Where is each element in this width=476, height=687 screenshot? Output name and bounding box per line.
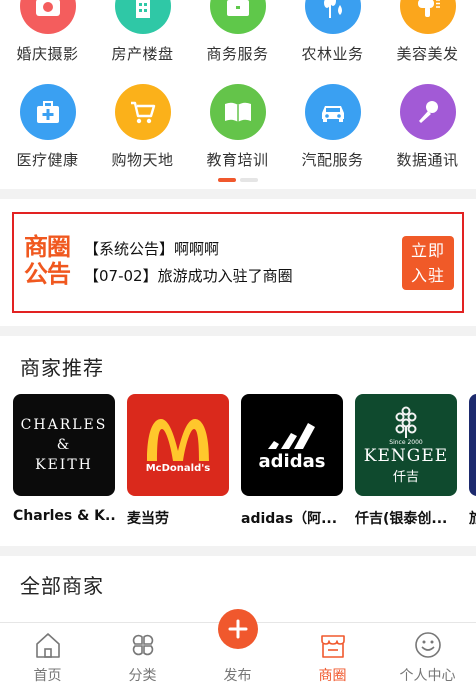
kengee-logo: Since 2000 KENGEE 仟吉 <box>355 394 457 496</box>
category-label: 房产楼盘 <box>111 45 174 63</box>
briefcase-icon <box>209 0 266 34</box>
brand-card[interactable]: 旅 <box>469 394 476 528</box>
category-label: 教育培训 <box>206 151 269 169</box>
announcement-box: 商圈 公告 【系统公告】啊啊啊 【07-02】旅游成功入驻了商圈 立即 入驻 <box>12 212 464 313</box>
kengee-emblem-icon <box>395 406 417 438</box>
shop-icon <box>317 629 349 661</box>
category-medical-health[interactable]: 医疗健康 <box>0 84 95 170</box>
category-label: 农林业务 <box>301 45 364 63</box>
smiley-icon <box>412 629 444 661</box>
medical-kit-icon <box>19 84 76 140</box>
tab-business-circle[interactable]: 商圈 <box>285 629 380 685</box>
logo-text: 仟吉 <box>392 470 419 485</box>
category-shopping[interactable]: 购物天地 <box>95 84 190 170</box>
logo-text: & <box>56 437 72 453</box>
announcement-section: 商圈 公告 【系统公告】啊啊啊 【07-02】旅游成功入驻了商圈 立即 入驻 <box>0 199 476 326</box>
category-education[interactable]: 教育培训 <box>190 84 285 170</box>
category-label: 医疗健康 <box>16 151 79 169</box>
category-agriculture[interactable]: 农林业务 <box>285 0 380 64</box>
category-grid: 婚庆摄影 房产楼盘 商务服务 农林业务 美容美发 医疗健康 购物天地 教育培训 … <box>0 0 476 189</box>
notice-logo-line1: 商圈 <box>24 233 71 261</box>
category-label: 购物天地 <box>111 151 174 169</box>
tab-home[interactable]: 首页 <box>0 629 95 685</box>
tab-label: 商圈 <box>318 668 347 684</box>
category-real-estate[interactable]: 房产楼盘 <box>95 0 190 64</box>
announcement-list: 【系统公告】啊啊啊 【07-02】旅游成功入驻了商圈 <box>84 236 293 290</box>
publish-button[interactable] <box>218 609 258 649</box>
logo-text: adidas <box>258 450 326 472</box>
logo-text: Since 2000 <box>389 439 423 446</box>
brand-name: Charles & K... <box>13 508 115 524</box>
category-icon <box>127 629 159 661</box>
join-now-button[interactable]: 立即 入驻 <box>402 236 454 290</box>
category-label: 数据通讯 <box>396 151 459 169</box>
category-auto-parts[interactable]: 汽配服务 <box>285 84 380 170</box>
mcdonalds-logo: McDonald's <box>127 394 229 496</box>
logo-text: KENGEE <box>363 446 449 466</box>
announcement-item[interactable]: 【07-02】旅游成功入驻了商圈 <box>84 263 293 290</box>
notice-logo-line2: 公告 <box>24 260 71 288</box>
logo-text: CHARLES <box>20 417 108 433</box>
page-dot-active <box>218 178 236 182</box>
brand-card[interactable]: McDonald's 麦当劳 <box>127 394 229 528</box>
tab-category[interactable]: 分类 <box>95 629 190 685</box>
brand-name: 麦当劳 <box>127 511 169 527</box>
brand-name: 仟吉(银泰创... <box>355 511 448 527</box>
tab-label: 发布 <box>223 668 252 684</box>
page-indicator <box>0 178 476 182</box>
brand-name: 旅 <box>469 508 476 528</box>
join-button-line1: 立即 <box>410 241 445 260</box>
plus-icon <box>228 619 248 639</box>
car-icon <box>304 84 361 140</box>
category-business-service[interactable]: 商务服务 <box>190 0 285 64</box>
charles-keith-logo: CHARLES & KEITH <box>13 394 115 496</box>
logo-text: KEITH <box>35 457 93 473</box>
category-label: 婚庆摄影 <box>16 45 79 63</box>
category-label: 美容美发 <box>396 45 459 63</box>
tab-label: 个人中心 <box>399 668 456 684</box>
brand-name: adidas（阿... <box>241 511 338 527</box>
building-icon <box>114 0 171 34</box>
merchant-recommend-section: 商家推荐 CHARLES & KEITH Charles & K... McDo… <box>0 336 476 546</box>
section-title: 全部商家 <box>20 574 104 598</box>
home-icon <box>32 629 64 661</box>
join-button-line2: 入驻 <box>410 266 445 285</box>
section-title: 商家推荐 <box>20 356 104 380</box>
brand-card[interactable]: CHARLES & KEITH Charles & K... <box>13 394 115 524</box>
category-data-communication[interactable]: 数据通讯 <box>380 84 475 170</box>
category-label: 汽配服务 <box>301 151 364 169</box>
tab-profile[interactable]: 个人中心 <box>380 629 475 685</box>
microphone-icon <box>399 84 456 140</box>
category-wedding-photo[interactable]: 婚庆摄影 <box>0 0 95 64</box>
book-icon <box>209 84 266 140</box>
shangquan-notice-logo: 商圈 公告 <box>20 234 74 288</box>
brand-logo <box>469 394 476 496</box>
announcement-item[interactable]: 【系统公告】啊啊啊 <box>84 236 293 263</box>
category-label: 商务服务 <box>206 45 269 63</box>
adidas-logo: adidas <box>241 394 343 496</box>
shopping-cart-icon <box>114 84 171 140</box>
category-beauty-hair[interactable]: 美容美发 <box>380 0 475 64</box>
wheat-icon <box>304 0 361 34</box>
camera-heart-icon <box>19 0 76 34</box>
logo-text: McDonald's <box>145 462 211 474</box>
tab-label: 分类 <box>128 668 157 684</box>
brand-card[interactable]: adidas adidas（阿... <box>241 394 343 528</box>
page-dot <box>240 178 258 182</box>
tab-label: 首页 <box>33 668 62 684</box>
brand-card[interactable]: Since 2000 KENGEE 仟吉 仟吉(银泰创... <box>355 394 457 528</box>
hair-dryer-icon <box>399 0 456 34</box>
